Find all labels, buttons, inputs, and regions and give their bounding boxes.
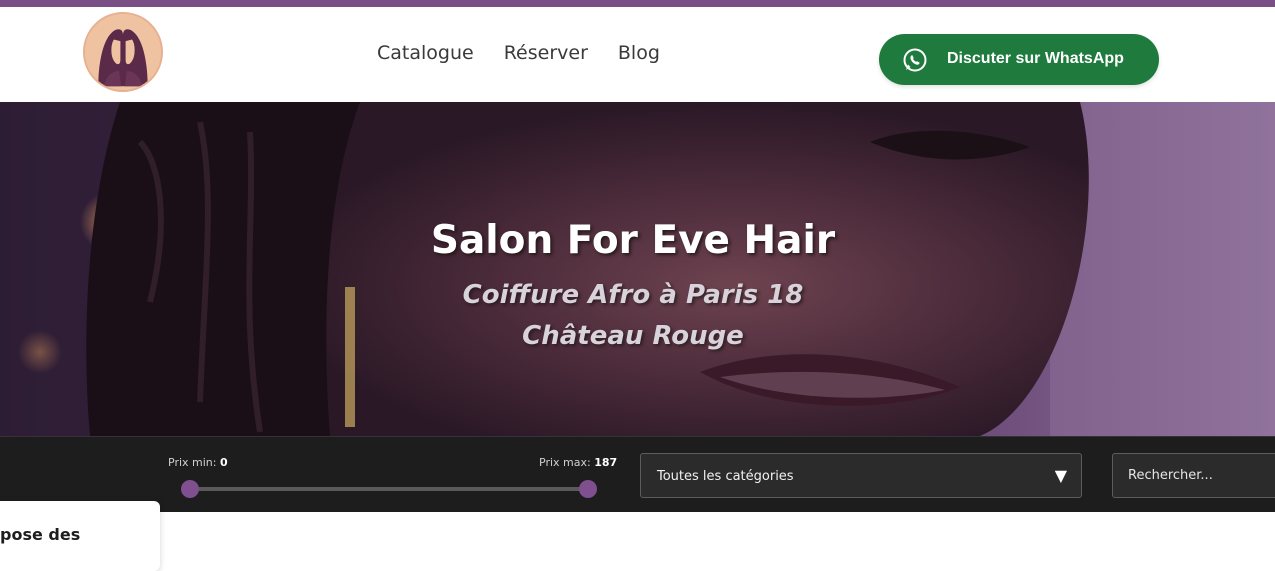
price-slider-max-handle[interactable]	[579, 480, 597, 498]
search-input[interactable]	[1112, 453, 1275, 498]
whatsapp-button-label: Discuter sur WhatsApp	[947, 50, 1124, 67]
hero-background-photo	[0, 102, 1275, 436]
hero-title: Salon For Eve Hair	[430, 218, 836, 263]
hero-banner: Salon For Eve Hair Coiffure Afro à Paris…	[0, 102, 1275, 436]
salon-logo-two-women-icon	[85, 14, 161, 90]
price-min-label: Prix min: 0	[168, 456, 228, 470]
main-nav: Catalogue Réserver Blog	[377, 42, 660, 64]
category-select[interactable]: Toutes les catégories ▼	[640, 453, 1082, 498]
nav-link-catalogue[interactable]: Catalogue	[377, 42, 474, 64]
nav-link-blog[interactable]: Blog	[618, 42, 660, 64]
price-max-label: Prix max: 187	[539, 456, 617, 470]
category-selected-value: Toutes les catégories	[657, 469, 794, 484]
hero-subtitle-line2: Château Rouge	[522, 321, 744, 351]
nav-link-reserver[interactable]: Réserver	[504, 42, 588, 64]
price-slider-track[interactable]	[190, 487, 588, 491]
price-min-value: 0	[219, 456, 228, 469]
price-slider-min-handle[interactable]	[181, 480, 199, 498]
price-max-value: 187	[594, 456, 618, 469]
whatsapp-chat-button[interactable]: Discuter sur WhatsApp	[879, 34, 1159, 85]
filter-bar: Prix min: 0 Prix max: 187 Toutes les cat…	[0, 436, 1275, 512]
top-accent-stripe	[0, 0, 1275, 7]
hero-subtitle-line1: Coiffure Afro à Paris 18	[462, 280, 804, 310]
whatsapp-icon	[903, 48, 927, 72]
salon-logo[interactable]	[83, 12, 163, 92]
info-card[interactable]: pose des	[0, 501, 160, 571]
site-header: Catalogue Réserver Blog Discuter sur Wha…	[0, 7, 1275, 102]
price-min-label-text: Prix min:	[168, 456, 217, 469]
info-card-title: pose des	[0, 525, 81, 544]
content-area	[0, 512, 1275, 553]
triangle-down-icon: ▼	[1054, 466, 1067, 485]
price-max-label-text: Prix max:	[539, 456, 591, 469]
